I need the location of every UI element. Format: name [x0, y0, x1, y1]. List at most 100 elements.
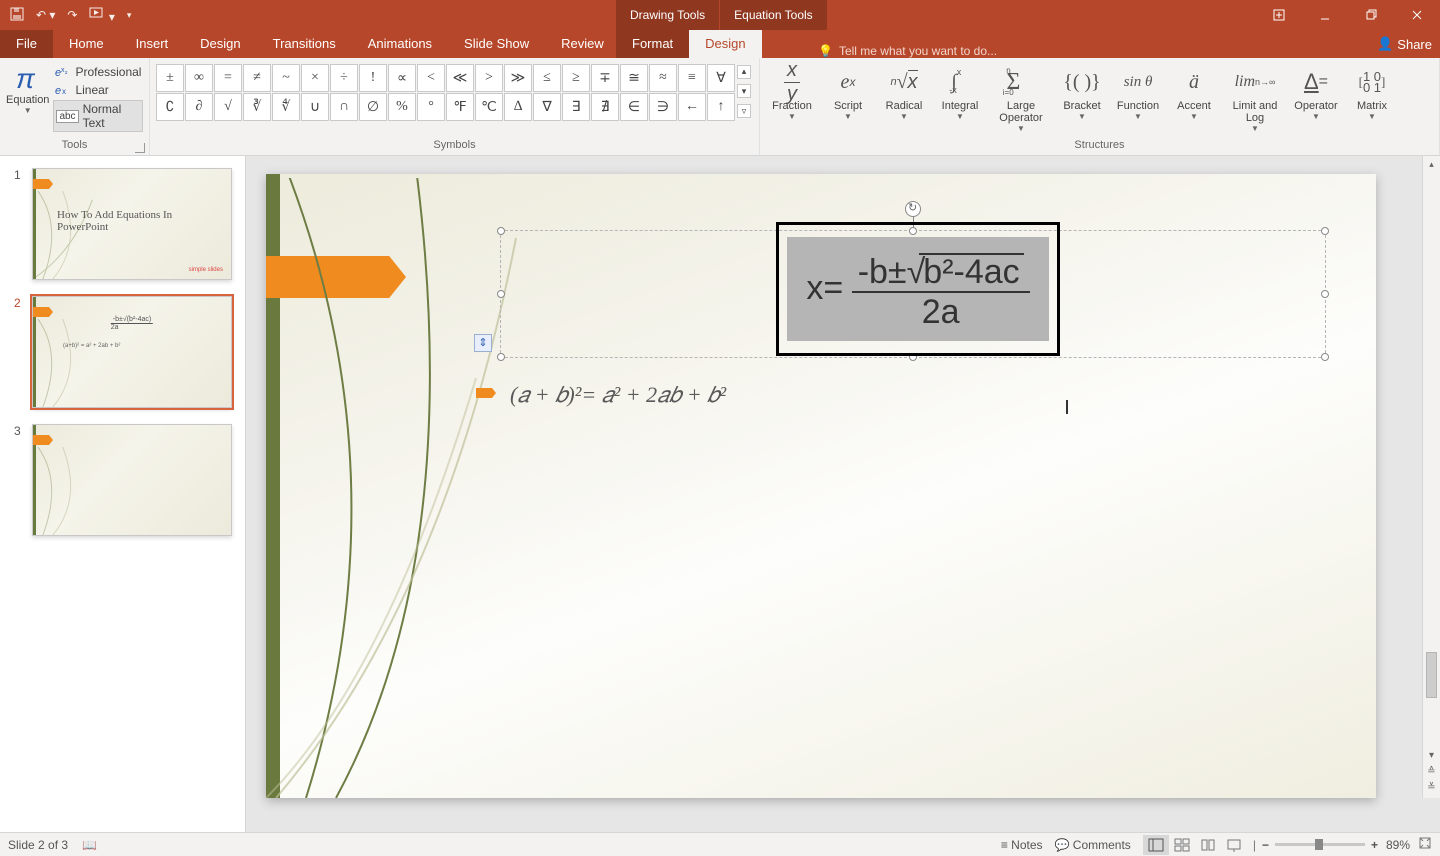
radical-button[interactable]: n√x Radical ▼: [878, 64, 930, 133]
symbol[interactable]: !: [359, 64, 387, 92]
symbol[interactable]: ∂: [185, 93, 213, 121]
symbol[interactable]: ≫: [504, 64, 532, 92]
symbol[interactable]: ∛: [243, 93, 271, 121]
tab-animations[interactable]: Animations: [352, 30, 448, 58]
equation-button[interactable]: π Equation ▼: [6, 62, 49, 132]
autofit-options-icon[interactable]: ⇕: [474, 334, 492, 352]
symbol[interactable]: ÷: [330, 64, 358, 92]
close-icon[interactable]: [1394, 0, 1440, 30]
comments-button[interactable]: 💬 Comments: [1055, 838, 1131, 852]
symbol[interactable]: ←: [678, 93, 706, 121]
symbol[interactable]: ∄: [591, 93, 619, 121]
symbol[interactable]: ∝: [388, 64, 416, 92]
function-button[interactable]: sin θ Function ▼: [1112, 64, 1164, 133]
slide-thumbnail-3[interactable]: 3: [32, 424, 232, 536]
symbol[interactable]: %: [388, 93, 416, 121]
resize-handle[interactable]: [497, 227, 505, 235]
large-operator-button[interactable]: Σni=0 LargeOperator ▼: [990, 64, 1052, 133]
tools-dialog-launcher-icon[interactable]: [135, 143, 145, 153]
zoom-level[interactable]: 89%: [1386, 838, 1410, 852]
slide-thumbnail-1[interactable]: 1 How To Add Equations In PowerPoint sim…: [32, 168, 232, 280]
symbol[interactable]: ∇: [533, 93, 561, 121]
symbol[interactable]: ∞: [185, 64, 213, 92]
symbol-gallery[interactable]: ± ∞ = ≠ ~ × ÷ ! ∝ < ≪ > ≫ ≤ ≥ ∓ ≅ ≈ ≡ ∀: [156, 62, 735, 121]
symbol[interactable]: ∜: [272, 93, 300, 121]
integral-button[interactable]: ∫x-x Integral ▼: [934, 64, 986, 133]
share-button[interactable]: 👤 Share: [1377, 30, 1432, 58]
minimize-icon[interactable]: [1302, 0, 1348, 30]
bracket-button[interactable]: {( )} Bracket ▼: [1056, 64, 1108, 133]
resize-handle[interactable]: [497, 290, 505, 298]
slide-sorter-view-icon[interactable]: [1169, 835, 1195, 855]
ribbon-display-options-icon[interactable]: [1256, 0, 1302, 30]
tell-me-search[interactable]: 💡 Tell me what you want to do...: [800, 44, 1220, 58]
professional-button[interactable]: ex² Professional: [53, 64, 143, 80]
chevron-down-icon[interactable]: ▾: [737, 84, 751, 98]
zoom-in-icon[interactable]: +: [1371, 838, 1378, 852]
redo-icon[interactable]: ↷: [67, 8, 77, 22]
slide-counter[interactable]: Slide 2 of 3: [8, 838, 68, 852]
normal-view-icon[interactable]: [1143, 835, 1169, 855]
symbol[interactable]: =: [214, 64, 242, 92]
resize-handle[interactable]: [1321, 227, 1329, 235]
rotate-handle-icon[interactable]: [905, 201, 921, 217]
symbol[interactable]: ≈: [649, 64, 677, 92]
symbol[interactable]: <: [417, 64, 445, 92]
slide-edit-area[interactable]: x= -b±b²-4ac 2a ⇕ (𝑎 + 𝑏)²= 𝑎² + 2𝑎𝑏 + 𝑏…: [246, 156, 1440, 832]
tab-insert[interactable]: Insert: [120, 30, 185, 58]
symbol[interactable]: ∁: [156, 93, 184, 121]
symbol[interactable]: ≤: [533, 64, 561, 92]
linear-button[interactable]: ex Linear: [53, 82, 143, 98]
slide-thumbnail-2[interactable]: 2 -b±√(b²-4ac)2a (a+b)² = a² + 2ab + b²: [32, 296, 232, 408]
slide-canvas[interactable]: x= -b±b²-4ac 2a ⇕ (𝑎 + 𝑏)²= 𝑎² + 2𝑎𝑏 + 𝑏…: [266, 174, 1376, 798]
zoom-out-icon[interactable]: −: [1262, 838, 1269, 852]
symbol[interactable]: ∃: [562, 93, 590, 121]
normal-text-button[interactable]: abc Normal Text: [53, 100, 143, 132]
fraction-button[interactable]: xy Fraction ▼: [766, 64, 818, 133]
scrollbar-thumb[interactable]: [1426, 652, 1437, 698]
tab-equation-design[interactable]: Design: [689, 30, 761, 58]
symbol[interactable]: ±: [156, 64, 184, 92]
symbol[interactable]: ℃: [475, 93, 503, 121]
slide-thumbnail-pane[interactable]: 1 How To Add Equations In PowerPoint sim…: [0, 156, 246, 832]
tab-transitions[interactable]: Transitions: [257, 30, 352, 58]
tab-slide-show[interactable]: Slide Show: [448, 30, 545, 58]
symbol[interactable]: ≡: [678, 64, 706, 92]
gallery-more-icon[interactable]: ▿: [737, 104, 751, 118]
symbol[interactable]: ∋: [649, 93, 677, 121]
matrix-button[interactable]: [1 00 1] Matrix ▼: [1346, 64, 1398, 133]
symbol[interactable]: ≪: [446, 64, 474, 92]
scroll-down-icon[interactable]: ▾: [1423, 750, 1440, 766]
zoom-slider[interactable]: [1275, 843, 1365, 846]
symbol[interactable]: ∓: [591, 64, 619, 92]
start-from-beginning-icon[interactable]: ▾: [89, 7, 114, 24]
vertical-scrollbar[interactable]: ▴ ▾ ≙ ≚: [1422, 156, 1440, 798]
symbol[interactable]: ∈: [620, 93, 648, 121]
symbol[interactable]: >: [475, 64, 503, 92]
resize-handle[interactable]: [1321, 353, 1329, 361]
next-slide-icon[interactable]: ≚: [1423, 782, 1440, 798]
resize-handle[interactable]: [497, 353, 505, 361]
accent-button[interactable]: ä Accent ▼: [1168, 64, 1220, 133]
symbol[interactable]: ℉: [446, 93, 474, 121]
fit-to-window-icon[interactable]: [1418, 836, 1432, 853]
tab-review[interactable]: Review: [545, 30, 620, 58]
symbol[interactable]: ∀: [707, 64, 735, 92]
resize-handle[interactable]: [1321, 290, 1329, 298]
equation-selected-highlight[interactable]: x= -b±b²-4ac 2a: [776, 222, 1060, 356]
restore-icon[interactable]: [1348, 0, 1394, 30]
tab-format[interactable]: Format: [616, 30, 689, 58]
notes-button[interactable]: ≡ Notes: [1001, 838, 1043, 852]
symbol[interactable]: √: [214, 93, 242, 121]
symbol[interactable]: ∆: [504, 93, 532, 121]
symbol[interactable]: ≥: [562, 64, 590, 92]
symbol[interactable]: ∪: [301, 93, 329, 121]
limit-log-button[interactable]: limn→∞ Limit andLog ▼: [1224, 64, 1286, 133]
chevron-up-icon[interactable]: ▴: [737, 65, 751, 79]
symbol[interactable]: ~: [272, 64, 300, 92]
tab-home[interactable]: Home: [53, 30, 120, 58]
scroll-up-icon[interactable]: ▴: [1423, 156, 1440, 172]
symbol[interactable]: ∩: [330, 93, 358, 121]
symbol[interactable]: ×: [301, 64, 329, 92]
undo-icon[interactable]: ↶ ▾: [36, 8, 55, 22]
